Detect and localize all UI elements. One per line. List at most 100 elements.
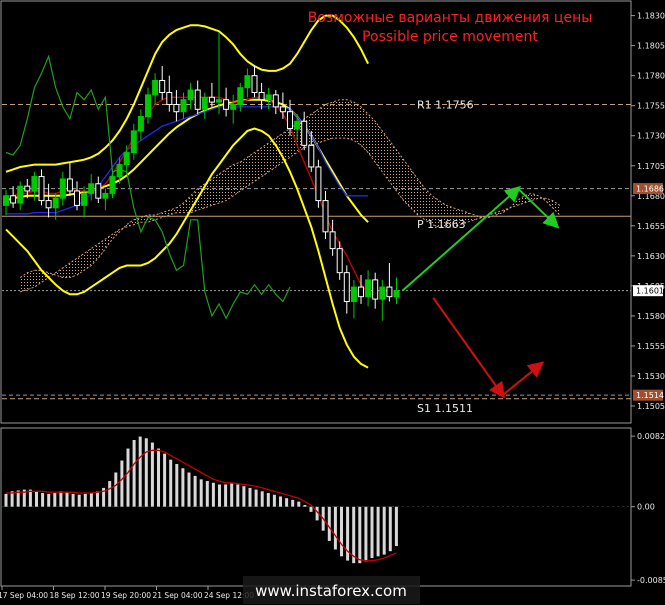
time-tick-label: 18 Sep 12:00: [50, 591, 100, 600]
candle-body: [208, 96, 215, 103]
candle-body: [24, 185, 31, 192]
candle-body: [45, 200, 52, 209]
candle-body: [272, 94, 279, 108]
candle-body: [393, 290, 400, 298]
macd-bar: [120, 460, 124, 507]
candle-body: [116, 164, 123, 178]
price-tick-label: 1.1555: [637, 342, 665, 351]
macd-bar: [163, 453, 167, 507]
candle-body: [31, 176, 38, 192]
candle-body: [287, 111, 293, 130]
macd-bar: [272, 494, 276, 507]
chart-title-en: Possible price movement: [362, 29, 538, 45]
price-tick-label: 1.1755: [637, 102, 665, 111]
macd-bar: [4, 493, 8, 507]
macd-bar: [96, 491, 99, 507]
chart-title-ru: Возможные варианты движения цены: [308, 10, 593, 26]
candle-body: [180, 99, 187, 113]
candle: [315, 159, 322, 208]
macd-bar: [28, 489, 32, 507]
macd-tick-label: 0.00: [637, 503, 655, 512]
candle-body: [237, 87, 244, 105]
macd-bar: [291, 499, 295, 507]
price-tick-label: 1.1505: [637, 402, 665, 411]
candle-body: [145, 94, 151, 118]
macd-bar: [205, 481, 209, 507]
candle-body: [315, 166, 322, 202]
candle-body: [350, 286, 357, 302]
macd-bar: [340, 506, 343, 557]
price-tick-label: 1.1630: [637, 252, 665, 261]
macd-bar: [114, 472, 118, 507]
candle-body: [66, 178, 73, 192]
macd-bar: [157, 448, 160, 507]
upper-price-tag: 1.1686: [636, 185, 664, 194]
macd-bar: [248, 487, 252, 507]
candle-body: [308, 144, 315, 168]
macd-bar: [254, 489, 258, 507]
macd-bar: [236, 484, 240, 507]
price-tick-label: 1.1530: [637, 372, 665, 381]
macd-bar: [266, 493, 270, 507]
candle-body: [358, 286, 364, 298]
candle-body: [109, 176, 116, 194]
candle-body: [258, 91, 265, 101]
price-tick-label: 1.1705: [637, 162, 665, 171]
current-price-tag: 1.1601: [636, 287, 664, 296]
macd-bar: [230, 483, 234, 507]
candle-body: [123, 152, 130, 166]
candle-body: [3, 195, 9, 206]
macd-bar: [108, 481, 112, 507]
macd-bar: [211, 482, 215, 507]
candle-body: [187, 89, 194, 101]
candle-body: [216, 99, 222, 103]
candle-body: [279, 106, 286, 113]
candle-body: [95, 183, 102, 199]
macd-bar: [224, 484, 228, 507]
candle-body: [137, 116, 144, 132]
price-tick-label: 1.1830: [637, 12, 665, 21]
candle-body: [322, 200, 329, 233]
candle-body: [223, 99, 230, 110]
macd-bar: [285, 498, 289, 507]
candle-body: [38, 176, 45, 202]
candle-body: [173, 103, 180, 113]
candle-body: [372, 279, 379, 300]
candle-body: [88, 183, 95, 194]
candle-body: [365, 279, 372, 298]
candle-body: [244, 75, 251, 89]
price-tick-label: 1.1580: [637, 312, 665, 321]
macd-bar: [370, 506, 374, 559]
macd-bar: [41, 493, 45, 507]
candle-body: [379, 286, 386, 300]
time-tick-label: 17 Sep 04:00: [0, 591, 48, 600]
macd-bar: [138, 436, 142, 507]
macd-bar: [47, 493, 51, 507]
price-tick-label: 1.1805: [637, 42, 665, 51]
lower-price-tag: 1.1514: [636, 391, 664, 400]
macd-bar: [260, 491, 264, 507]
macd-bar: [242, 486, 246, 507]
macd-bar: [327, 506, 331, 541]
macd-bar: [394, 506, 398, 547]
candle-body: [152, 79, 159, 96]
candle-body: [343, 272, 350, 302]
candle-body: [386, 286, 393, 298]
time-tick-label: 19 Sep 20:00: [101, 591, 151, 600]
macd-bar: [376, 506, 380, 557]
candle-body: [74, 190, 80, 206]
pivot-label: P 1.1663: [417, 218, 466, 231]
macd-bar: [333, 506, 337, 550]
candle-body: [336, 248, 343, 274]
watermark: www.instaforex.com: [255, 582, 407, 600]
macd-bar: [126, 448, 130, 507]
macd-bar: [77, 494, 81, 507]
macd-bar: [279, 496, 282, 507]
macd-bar: [132, 439, 136, 507]
macd-bar: [83, 493, 87, 507]
macd-bar: [59, 491, 63, 507]
macd-bar: [193, 475, 197, 507]
time-tick-label: 21 Sep 04:00: [153, 591, 203, 600]
macd-bar: [358, 506, 362, 564]
r1-label: R1 1.1756: [417, 98, 474, 111]
